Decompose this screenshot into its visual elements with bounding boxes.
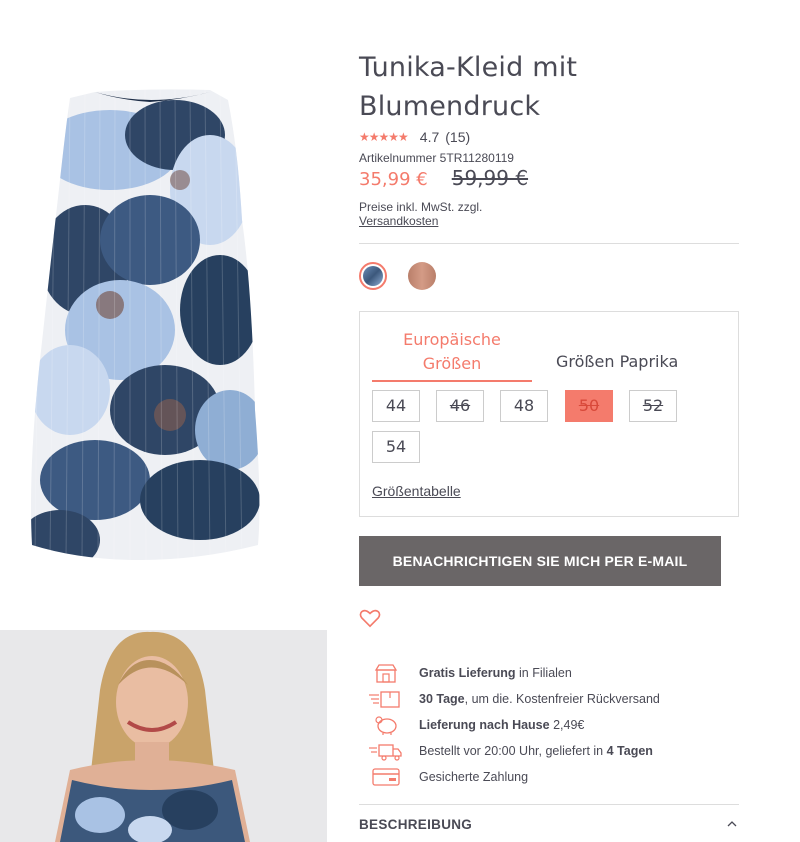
chevron-up-icon[interactable] [725,818,739,830]
home-delivery-icon [369,715,403,735]
fast-truck-icon [369,741,403,761]
size-option-selected[interactable]: 50 [565,390,613,422]
product-title: Tunika-Kleid mit Blumendruck [359,52,578,122]
product-image-model[interactable] [0,630,327,842]
tab-european-sizes[interactable]: Europäische Größen [372,328,532,376]
service-free-returns: 30 Tage, um die. Kostenfreier Rückversan… [369,688,739,710]
size-option[interactable]: 54 [372,431,420,463]
size-option[interactable]: 52 [629,390,677,422]
product-image-main[interactable] [0,30,330,600]
divider [359,804,739,805]
price-original: 59,99 € [451,166,529,190]
active-tab-indicator [372,380,532,382]
size-selector: Europäische Größen Größen Paprika 44 46 … [359,311,739,517]
size-option[interactable]: 44 [372,390,420,422]
color-swatch-blue[interactable] [359,262,387,290]
tab-paprika-sizes[interactable]: Größen Paprika [556,352,678,371]
tax-text: Preise inkl. MwSt. zzgl. [359,200,483,214]
service-home-delivery: Lieferung nach Hause 2,49€ [369,714,739,736]
shipping-costs-link[interactable]: Versandkosten [359,214,482,228]
credit-card-icon [369,767,403,787]
service-free-store-delivery: Gratis Lieferung in Filialen [369,662,739,684]
size-chart-link[interactable]: Größentabelle [372,483,461,499]
product-gallery [0,0,330,842]
notify-me-button[interactable]: BENACHRICHTIGEN SIE MICH PER E-MAIL [359,536,721,586]
model-image [0,630,327,842]
divider [359,243,739,244]
rating-value: 4.7 [419,129,440,145]
price-current: 35,99 € [359,169,428,190]
wishlist-heart-icon[interactable] [359,608,381,628]
tax-info: Preise inkl. MwSt. zzgl. Versandkosten [359,200,482,228]
rating[interactable]: ★★★★★ 4.7 (15) [359,129,470,145]
return-box-icon [369,689,403,709]
rating-stars-icon: ★★★★★ [359,130,409,144]
size-option[interactable]: 48 [500,390,548,422]
description-header[interactable]: BESCHREIBUNG [359,817,472,832]
color-swatch-terracotta[interactable] [408,262,436,290]
service-secure-payment: Gesicherte Zahlung [369,766,739,788]
service-fast-delivery: Bestellt vor 20:00 Uhr, geliefert in 4 T… [369,740,739,762]
store-icon [369,663,403,683]
size-option[interactable]: 46 [436,390,484,422]
price-row: 35,99 € 59,99 € [359,166,528,190]
rating-count: (15) [445,129,471,145]
article-number: Artikelnummer 5TR11280119 [359,151,514,165]
dress-image [31,89,260,560]
